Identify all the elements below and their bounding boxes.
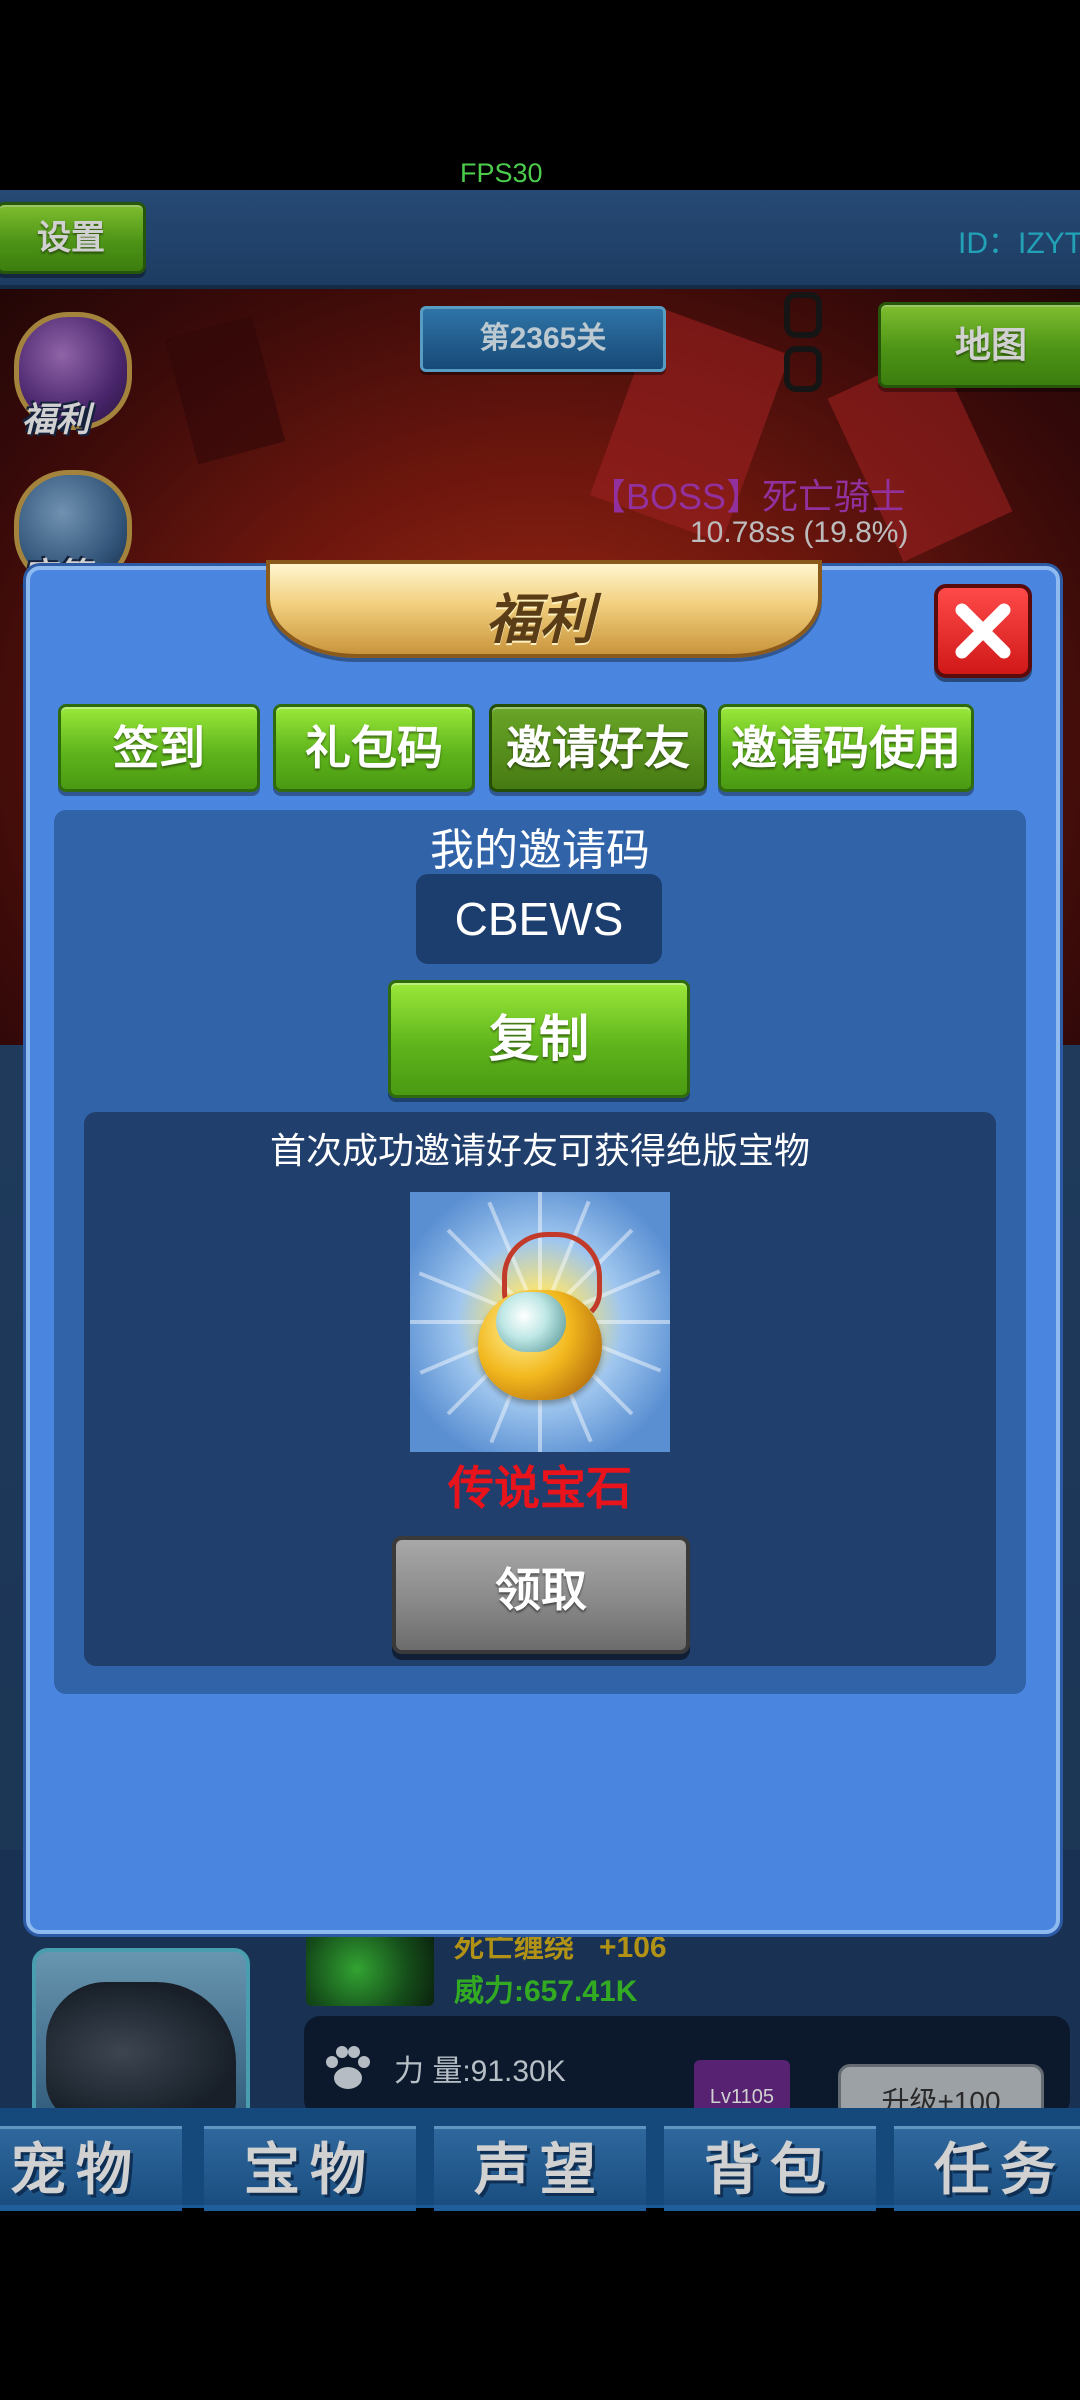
reward-description: 首次成功邀请好友可获得绝版宝物 (269, 1130, 810, 1171)
tab-invite-friends[interactable]: 邀请好友 (489, 704, 707, 792)
claim-button[interactable]: 领取 (392, 1536, 690, 1654)
invite-code: CBEWS (416, 874, 662, 964)
my-invite-code-title: 我的邀请码 (430, 826, 650, 875)
legendary-gem-icon (410, 1192, 670, 1452)
close-button[interactable] (934, 584, 1032, 678)
tab-gift-code[interactable]: 礼包码 (273, 704, 475, 792)
tab-redeem-invite-code[interactable]: 邀请码使用 (718, 704, 974, 792)
reward-name: 传说宝石 (448, 1462, 632, 1514)
close-icon (955, 603, 1011, 659)
tab-checkin[interactable]: 签到 (58, 704, 260, 792)
copy-button[interactable]: 复制 (388, 980, 690, 1098)
dialog-title: 福利 (486, 590, 594, 650)
fps-counter: FPS30 (460, 158, 543, 188)
